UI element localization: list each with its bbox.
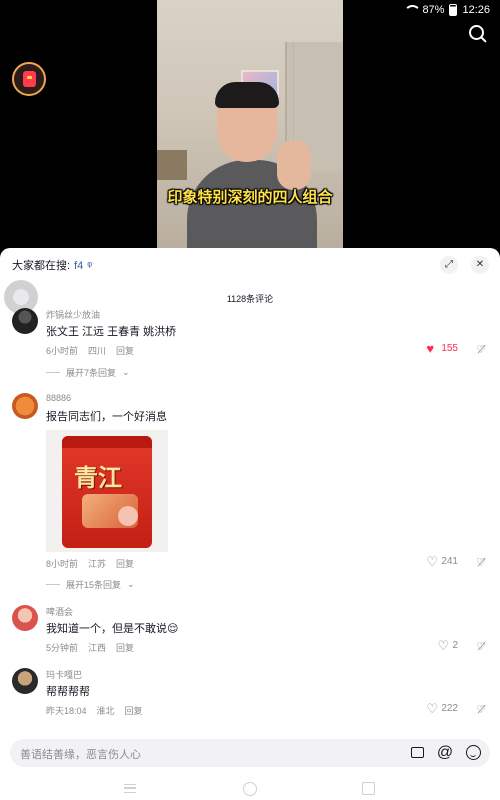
chevron-down-icon: ⌄ [122,367,130,377]
menu-icon[interactable] [124,782,138,794]
like-count: 222 [441,703,458,714]
status-bar: 87% 12:26 [404,2,490,18]
video-frame [157,0,343,248]
comment-location: 江西 [88,643,107,653]
comment-input[interactable]: 善语结善缘，恶言伤人心 @ [10,739,490,767]
expand-replies-label: 展开7条回复 [66,368,117,378]
reply-button[interactable]: 回复 [125,704,143,717]
comment-meta: 6小时前 四川 回复 [46,344,134,357]
like-button[interactable]: ♡ 2 [437,638,458,653]
expand-replies-label: 展开15条回复 [66,580,122,590]
reply-button[interactable]: 回复 [116,641,134,654]
avatar[interactable] [12,393,38,419]
home-icon[interactable] [243,782,257,796]
divider-line [46,584,60,585]
heart-outline-icon: ♡ [437,638,450,653]
video-subtitle: 印象特别深刻的四人组合 [167,189,333,206]
comment-text[interactable]: 帮帮帮帮 [46,683,90,699]
dislike-icon[interactable]: ♡̸ [476,703,486,716]
comment-username[interactable]: 玛卡嘎巴 [46,668,82,681]
avatar[interactable] [12,308,38,334]
close-icon[interactable]: ✕ [471,256,489,274]
heart-outline-icon: ♡ [426,701,438,716]
image-icon[interactable] [408,744,426,762]
clock: 12:26 [462,4,490,16]
dislike-icon[interactable]: ♡̸ [476,343,486,356]
comment-input-placeholder: 善语结善缘，恶言伤人心 [20,749,141,761]
system-nav-bar [0,776,500,800]
comment-time: 8小时前 [46,559,79,569]
comment-panel: 大家都在搜: f4 ᵠ ⤢ ✕ 1128条评论 炸锅丝少放油 张文王 江远 王春青 … [0,248,500,800]
battery-percent: 87% [422,4,445,16]
battery-icon [449,4,458,16]
comment-location: 江苏 [88,559,107,569]
comment-meta: 5分钟前 江西 回复 [46,641,134,654]
like-button[interactable]: ♥ 155 [426,341,458,356]
comment-meta: 昨天18:04 淮北 回复 [46,704,143,717]
comment-text[interactable]: 报告同志们，一个好消息 [46,408,167,424]
expand-replies-button[interactable]: 展开15条回复 ⌄ [46,578,135,591]
comment-time: 6小时前 [46,346,79,356]
comment-text[interactable]: 我知道一个，但是不敢说😌 [46,620,178,636]
comment-meta: 8小时前 江苏 回复 [46,557,134,570]
divider-line [46,372,60,373]
avatar[interactable] [12,605,38,631]
search-suggestion[interactable]: 大家都在搜: f4 ᵠ [12,257,92,273]
comment-time: 5分钟前 [46,643,79,653]
heart-outline-icon: ♡ [426,554,438,569]
reply-button[interactable]: 回复 [116,344,134,357]
comment-username[interactable]: 啤酒会 [46,605,73,618]
emoji-icon[interactable] [464,744,482,762]
like-button[interactable]: ♡ 241 [426,554,458,569]
comment-text[interactable]: 张文王 江远 王春青 姚洪桥 [46,323,176,339]
search-suggestion-prefix: 大家都在搜: [12,260,71,272]
avatar[interactable] [12,668,38,694]
red-packet-icon[interactable] [12,62,46,96]
person-hair [215,82,279,108]
comment-time: 昨天18:04 [46,706,87,716]
like-button[interactable]: ♡ 222 [426,701,458,716]
search-small-icon: ᵠ [87,260,93,272]
search-suggestion-keyword[interactable]: f4 [74,260,83,272]
at-icon[interactable]: @ [436,744,454,762]
person-hand [277,140,311,190]
heart-icon: ♥ [426,341,435,356]
comment-location: 四川 [88,346,107,356]
dislike-icon[interactable]: ♡̸ [476,640,486,653]
comment-username[interactable]: 炸锅丝少放油 [46,308,100,321]
video-player[interactable]: 印象特别深刻的四人组合 87% 12:26 [0,0,500,248]
like-count: 155 [441,343,458,354]
product-package: 青江 [62,436,152,548]
dislike-icon[interactable]: ♡̸ [476,556,486,569]
expand-icon[interactable]: ⤢ [440,256,458,274]
like-count: 241 [441,556,458,567]
reply-button[interactable]: 回复 [116,557,134,570]
comment-image[interactable]: 青江 [46,430,168,552]
comment-username[interactable]: 88886 [46,393,71,403]
expand-replies-button[interactable]: 展开7条回复 ⌄ [46,366,130,379]
comment-count: 1128条评论 [226,294,274,304]
package-brand-text: 青江 [74,463,122,492]
background-desk [157,150,187,180]
like-count: 2 [452,640,458,651]
chevron-down-icon: ⌄ [127,579,135,589]
comment-location: 淮北 [96,706,115,716]
search-icon[interactable] [468,24,488,44]
recents-icon[interactable] [362,782,376,795]
wifi-icon [404,5,422,15]
